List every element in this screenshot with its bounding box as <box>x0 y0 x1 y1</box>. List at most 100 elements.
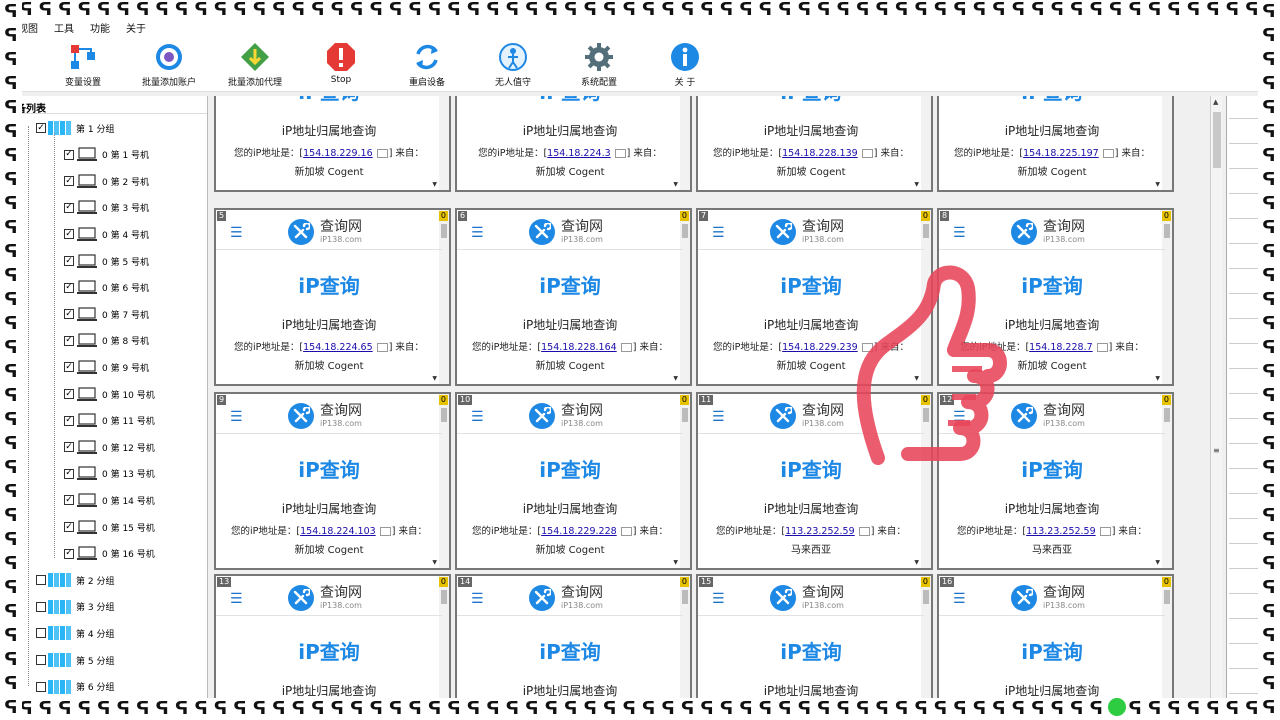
device-screen-cell[interactable]: 20☰查询网iP138.comiP查询iP地址归属地查询您的iP地址是：[154… <box>455 96 692 192</box>
device-screen-cell[interactable]: 12 0 ☰ 查询网 iP138.com iP查询 iP地址归属地查询 您的iP地址是：[11… <box>937 392 1174 570</box>
cell-scroll-down-icon[interactable]: ▼ <box>1155 559 1160 566</box>
ip-address-link[interactable]: 154.18.229.228 <box>541 526 617 537</box>
tree-device-row[interactable]: ✓ 0 第 1 号机 <box>64 145 149 165</box>
device-screen-cell[interactable]: 11 0 ☰ 查询网 iP138.com iP查询 iP地址归属地查询 您的iP地址是：[11… <box>696 392 933 570</box>
cell-scroll-down-icon[interactable]: ▼ <box>1155 181 1160 188</box>
tree-group-row[interactable]: 第 2 分组 <box>36 570 114 590</box>
ip-address-link[interactable]: 113.23.252.59 <box>785 526 855 537</box>
device-checkbox[interactable]: ✓ <box>64 548 74 559</box>
stop-button[interactable]: Stop <box>298 36 384 92</box>
group-checkbox[interactable]: ✓ <box>36 123 46 133</box>
device-screen-cell[interactable]: 13 0 ☰ 查询网 iP138.com iP查询 iP地址归属地查询 您的iP地址是：[ ]… <box>214 574 451 720</box>
group-checkbox[interactable] <box>36 655 46 665</box>
ip-address-link[interactable]: 154.18.228.164 <box>541 342 617 353</box>
menu-hamburger-icon[interactable]: ☰ <box>230 592 243 606</box>
cell-scroll-down-icon[interactable]: ▼ <box>432 375 437 382</box>
menu-functions[interactable]: 功能 <box>90 20 110 35</box>
tree-group-row[interactable]: 第 4 分组 <box>36 623 114 643</box>
menu-hamburger-icon[interactable]: ☰ <box>712 226 725 240</box>
tree-device-row[interactable]: ✓ 0 第 7 号机 <box>64 304 149 324</box>
device-screen-cell[interactable]: 14 0 ☰ 查询网 iP138.com iP查询 iP地址归属地查询 您的iP地址是：[ ]… <box>455 574 692 720</box>
cell-scroll-down-icon[interactable]: ▼ <box>673 559 678 566</box>
cell-scroll-down-icon[interactable]: ▼ <box>432 181 437 188</box>
ip-address-link[interactable]: 154.18.224.65 <box>303 342 373 353</box>
tree-device-row[interactable]: ✓ 0 第 12 号机 <box>64 437 155 457</box>
device-screen-cell[interactable]: 10☰查询网iP138.comiP查询iP地址归属地查询您的iP地址是：[154… <box>214 96 451 192</box>
menu-view[interactable]: 视图 <box>18 20 38 35</box>
add-account-button[interactable]: 批量添加账户 <box>126 36 212 92</box>
tree-device-row[interactable]: ✓ 0 第 5 号机 <box>64 251 149 271</box>
scroll-thumb[interactable] <box>1213 112 1221 168</box>
device-screen-cell[interactable]: 7 0 ☰ 查询网 iP138.com iP查询 iP地址归属地查询 您的iP地址是：[154… <box>696 208 933 386</box>
group-checkbox[interactable] <box>36 681 46 692</box>
tree-device-row[interactable]: ✓ 0 第 9 号机 <box>64 357 149 377</box>
device-checkbox[interactable]: ✓ <box>64 176 74 187</box>
tree-device-row[interactable]: ✓ 0 第 15 号机 <box>64 517 155 537</box>
menu-hamburger-icon[interactable]: ☰ <box>471 592 484 606</box>
device-checkbox[interactable]: ✓ <box>64 309 74 320</box>
menu-hamburger-icon[interactable]: ☰ <box>230 226 243 240</box>
tree-device-row[interactable]: ✓ 0 第 3 号机 <box>64 198 149 218</box>
ip-address-link[interactable]: 154.18.228.7 <box>1029 342 1092 353</box>
device-checkbox[interactable]: ✓ <box>64 362 74 373</box>
ip-address-link[interactable]: 154.18.224.3 <box>547 148 610 159</box>
device-checkbox[interactable]: ✓ <box>64 468 74 479</box>
menu-hamburger-icon[interactable]: ☰ <box>230 410 243 424</box>
tree-device-row[interactable]: ✓ 0 第 14 号机 <box>64 490 155 510</box>
device-screen-cell[interactable]: 6 0 ☰ 查询网 iP138.com iP查询 iP地址归属地查询 您的iP地址是：[154… <box>455 208 692 386</box>
device-checkbox[interactable]: ✓ <box>64 256 74 266</box>
device-checkbox[interactable]: ✓ <box>64 415 74 426</box>
menu-about[interactable]: 关于 <box>126 20 146 35</box>
device-screen-cell[interactable]: 15 0 ☰ 查询网 iP138.com iP查询 iP地址归属地查询 您的iP地址是：[ ]… <box>696 574 933 720</box>
tree-device-row[interactable]: ✓ 0 第 4 号机 <box>64 224 149 244</box>
cell-scroll-down-icon[interactable]: ▼ <box>673 181 678 188</box>
device-checkbox[interactable]: ✓ <box>64 442 74 453</box>
menu-hamburger-icon[interactable]: ☰ <box>953 410 966 424</box>
device-screen-cell[interactable]: 40☰查询网iP138.comiP查询iP地址归属地查询您的iP地址是：[154… <box>937 96 1174 192</box>
tree-device-row[interactable]: ✓ 0 第 6 号机 <box>64 278 149 298</box>
tree-device-row[interactable]: ✓ 0 第 16 号机 <box>64 544 155 564</box>
device-checkbox[interactable]: ✓ <box>64 389 74 399</box>
device-screen-cell[interactable]: 8 0 ☰ 查询网 iP138.com iP查询 iP地址归属地查询 您的iP地址是：[154… <box>937 208 1174 386</box>
device-checkbox[interactable]: ✓ <box>64 282 74 293</box>
scroll-up-icon[interactable]: ▲ <box>1213 98 1218 106</box>
ip-address-link[interactable]: 154.18.228.139 <box>782 148 858 159</box>
device-checkbox[interactable]: ✓ <box>64 149 74 160</box>
tree-device-row[interactable]: ✓ 0 第 8 号机 <box>64 331 149 351</box>
device-checkbox[interactable]: ✓ <box>64 229 74 240</box>
menu-hamburger-icon[interactable]: ☰ <box>953 592 966 606</box>
group-checkbox[interactable] <box>36 601 46 612</box>
menu-tools[interactable]: 工具 <box>54 20 74 35</box>
tree-group-row[interactable]: 第 5 分组 <box>36 650 114 670</box>
menu-hamburger-icon[interactable]: ☰ <box>712 592 725 606</box>
device-checkbox[interactable]: ✓ <box>64 522 74 532</box>
device-checkbox[interactable]: ✓ <box>64 495 74 506</box>
ip-address-link[interactable]: 154.18.225.197 <box>1023 148 1099 159</box>
ip-address-link[interactable]: 154.18.224.103 <box>300 526 376 537</box>
tree-group-row[interactable]: ✓ 第 1 分组 <box>36 118 114 138</box>
device-checkbox[interactable]: ✓ <box>64 202 74 213</box>
grid-vertical-scrollbar[interactable]: ▲ ≡ <box>1210 96 1222 720</box>
menu-hamburger-icon[interactable]: ☰ <box>471 226 484 240</box>
ip-address-link[interactable]: 113.23.252.59 <box>1026 526 1096 537</box>
device-screen-cell[interactable]: 16 0 ☰ 查询网 iP138.com iP查询 iP地址归属地查询 您的iP地址是：[ ]… <box>937 574 1174 720</box>
tree-device-row[interactable]: ✓ 0 第 13 号机 <box>64 464 155 484</box>
cell-scroll-down-icon[interactable]: ▼ <box>1155 375 1160 382</box>
add-proxy-button[interactable]: 批量添加代理 <box>212 36 298 92</box>
tree-device-row[interactable]: ✓ 0 第 10 号机 <box>64 384 155 404</box>
ip-address-link[interactable]: 154.18.229.239 <box>782 342 858 353</box>
tree-device-row[interactable]: ✓ 0 第 2 号机 <box>64 171 149 191</box>
menu-hamburger-icon[interactable]: ☰ <box>712 410 725 424</box>
cell-scroll-down-icon[interactable]: ▼ <box>914 375 919 382</box>
menu-hamburger-icon[interactable]: ☰ <box>953 226 966 240</box>
about-button[interactable]: 关 于 <box>642 36 728 92</box>
device-screen-cell[interactable]: 5 0 ☰ 查询网 iP138.com iP查询 iP地址归属地查询 您的iP地址是：[154… <box>214 208 451 386</box>
device-screen-cell[interactable]: 30☰查询网iP138.comiP查询iP地址归属地查询您的iP地址是：[154… <box>696 96 933 192</box>
tree-group-row[interactable]: 第 3 分组 <box>36 597 114 617</box>
device-checkbox[interactable]: ✓ <box>64 335 74 346</box>
cell-scroll-down-icon[interactable]: ▼ <box>432 559 437 566</box>
device-screen-cell[interactable]: 9 0 ☰ 查询网 iP138.com iP查询 iP地址归属地查询 您的iP地址是：[154… <box>214 392 451 570</box>
tree-device-row[interactable]: ✓ 0 第 11 号机 <box>64 411 155 431</box>
ip-address-link[interactable]: 154.18.229.16 <box>303 148 373 159</box>
system-config-button[interactable]: 系统配置 <box>556 36 642 92</box>
